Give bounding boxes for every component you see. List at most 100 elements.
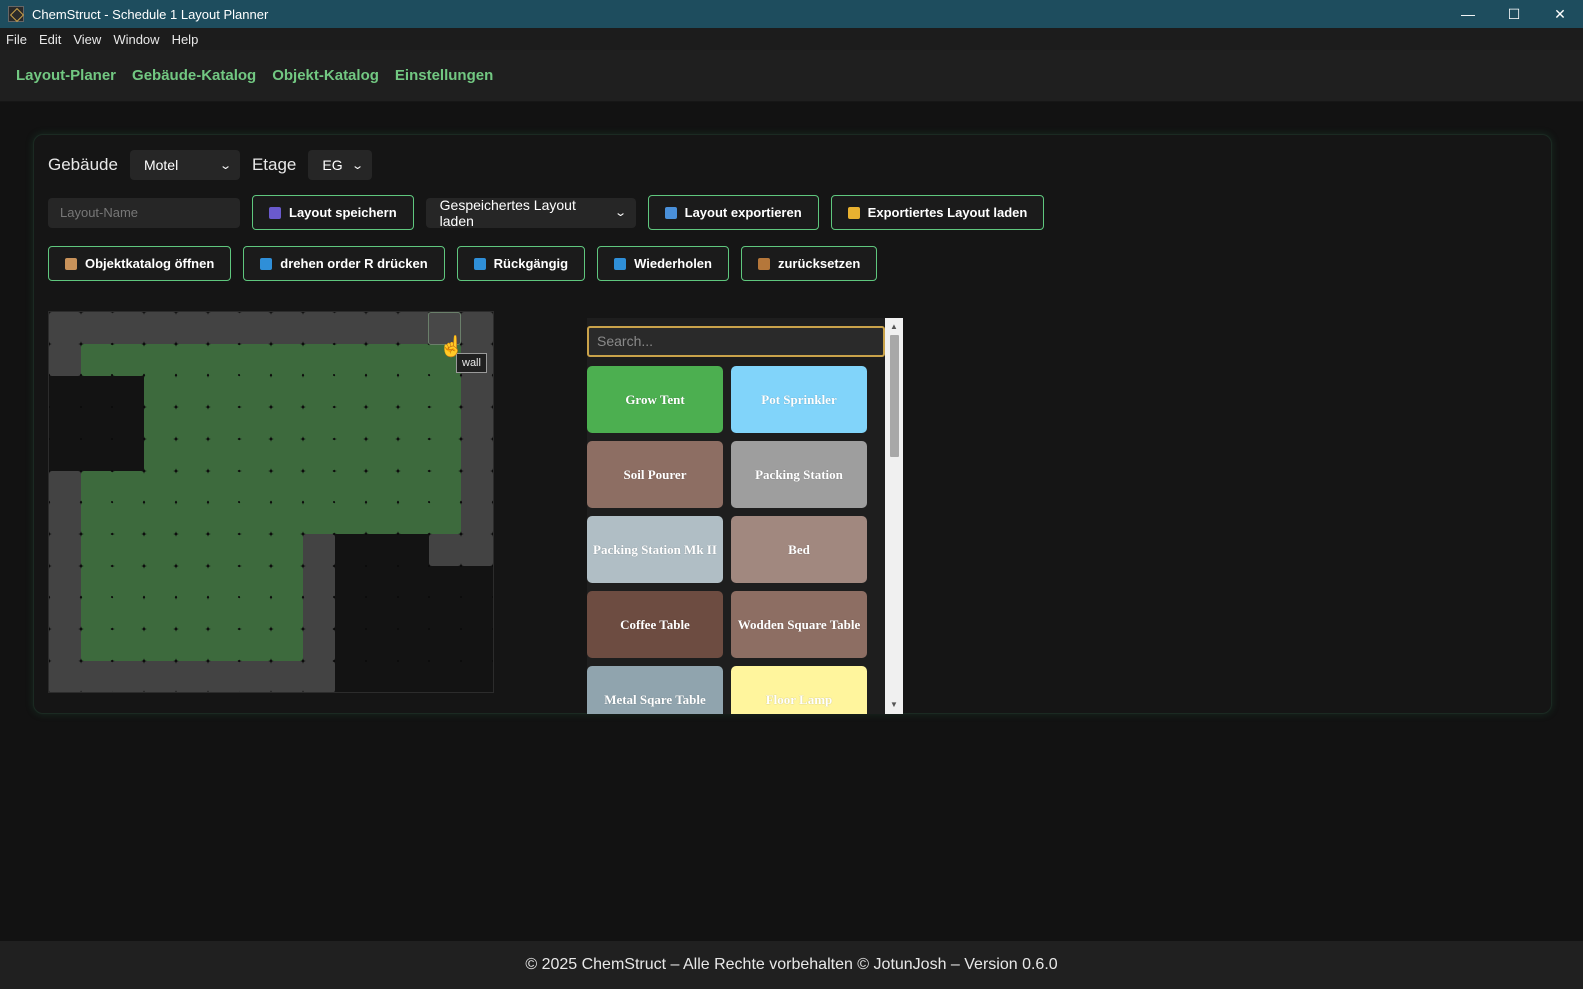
floor-cell[interactable]: [80, 597, 113, 630]
menu-edit[interactable]: Edit: [39, 32, 61, 47]
floor-cell[interactable]: [112, 533, 145, 566]
floor-cell[interactable]: [270, 407, 303, 440]
floor-cell[interactable]: [270, 343, 303, 376]
floor-cell[interactable]: [112, 597, 145, 630]
scroll-up-icon[interactable]: ▲: [885, 320, 903, 334]
floor-cell[interactable]: [302, 407, 335, 440]
floor-cell[interactable]: [302, 470, 335, 503]
scroll-down-icon[interactable]: ▼: [885, 698, 903, 712]
wall-cell[interactable]: [80, 660, 113, 692]
menu-file[interactable]: File: [6, 32, 27, 47]
export-layout-button[interactable]: Layout exportieren: [647, 195, 819, 230]
floor-cell[interactable]: [144, 470, 177, 503]
floor-cell[interactable]: [80, 565, 113, 598]
minimize-button[interactable]: —: [1445, 0, 1491, 28]
floor-cell[interactable]: [207, 407, 240, 440]
catalog-item[interactable]: Metal Sqare Table: [587, 666, 723, 714]
wall-cell[interactable]: [239, 312, 272, 344]
wall-cell[interactable]: [80, 312, 113, 344]
catalog-item[interactable]: Bed: [731, 516, 867, 583]
nav-layout-planer[interactable]: Layout-Planer: [16, 67, 116, 84]
floor-cell[interactable]: [270, 533, 303, 566]
wall-cell[interactable]: [270, 660, 303, 692]
floor-cell[interactable]: [397, 343, 430, 376]
floor-cell[interactable]: [397, 407, 430, 440]
wall-cell[interactable]: [302, 312, 335, 344]
wall-cell[interactable]: [461, 438, 493, 471]
floor-cell[interactable]: [366, 343, 398, 376]
wall-cell[interactable]: [112, 660, 145, 692]
floor-cell[interactable]: [239, 533, 272, 566]
catalog-item[interactable]: Soil Pourer: [587, 441, 723, 508]
floor-cell[interactable]: [80, 533, 113, 566]
scrollbar-thumb[interactable]: [890, 335, 899, 457]
wall-cell[interactable]: [112, 312, 145, 344]
wall-cell[interactable]: [302, 565, 335, 598]
floor-cell[interactable]: [429, 407, 462, 440]
floor-cell[interactable]: [80, 629, 113, 661]
floor-cell[interactable]: [429, 438, 462, 471]
wall-cell[interactable]: [461, 375, 493, 408]
floor-cell[interactable]: [144, 533, 177, 566]
menu-help[interactable]: Help: [172, 32, 199, 47]
floor-cell[interactable]: [366, 407, 398, 440]
floor-cell[interactable]: [144, 407, 177, 440]
floor-cell[interactable]: [334, 438, 367, 471]
wall-cell[interactable]: [270, 312, 303, 344]
wall-cell[interactable]: [49, 343, 81, 376]
floor-cell[interactable]: [112, 343, 145, 376]
wall-cell[interactable]: [397, 312, 430, 344]
wall-cell[interactable]: [144, 312, 177, 344]
floor-cell[interactable]: [207, 343, 240, 376]
floor-cell[interactable]: [270, 629, 303, 661]
floor-cell[interactable]: [175, 533, 208, 566]
floor-cell[interactable]: [429, 502, 462, 535]
floor-cell[interactable]: [239, 343, 272, 376]
floor-cell[interactable]: [144, 502, 177, 535]
catalog-item[interactable]: Coffee Table: [587, 591, 723, 658]
floor-cell[interactable]: [429, 375, 462, 408]
floor-cell[interactable]: [239, 438, 272, 471]
floor-cell[interactable]: [334, 375, 367, 408]
rotate-button[interactable]: drehen order R drücken: [243, 246, 445, 281]
floor-cell[interactable]: [207, 375, 240, 408]
floor-cell[interactable]: [80, 470, 113, 503]
layout-name-input[interactable]: Layout-Name: [48, 197, 240, 228]
floor-cell[interactable]: [334, 502, 367, 535]
wall-cell[interactable]: [302, 597, 335, 630]
undo-button[interactable]: Rückgängig: [456, 246, 586, 281]
floor-cell[interactable]: [239, 502, 272, 535]
wall-cell[interactable]: [49, 312, 81, 344]
building-select[interactable]: Motel ⌄: [129, 150, 240, 180]
floor-cell[interactable]: [239, 375, 272, 408]
wall-cell[interactable]: [461, 312, 493, 344]
floor-cell[interactable]: [112, 502, 145, 535]
wall-cell[interactable]: [461, 470, 493, 503]
wall-cell[interactable]: [239, 660, 272, 692]
floor-cell[interactable]: [175, 470, 208, 503]
floor-cell[interactable]: [270, 597, 303, 630]
wall-cell[interactable]: [49, 565, 81, 598]
floor-cell[interactable]: [270, 565, 303, 598]
nav-einstellungen[interactable]: Einstellungen: [395, 67, 493, 84]
floor-cell[interactable]: [144, 438, 177, 471]
wall-cell[interactable]: [49, 502, 81, 535]
floor-cell[interactable]: [302, 375, 335, 408]
floor-cell[interactable]: [239, 629, 272, 661]
floor-cell[interactable]: [144, 597, 177, 630]
floor-select[interactable]: EG ⌄: [308, 150, 373, 180]
floor-cell[interactable]: [239, 407, 272, 440]
catalog-item[interactable]: Pot Sprinkler: [731, 366, 867, 433]
floor-cell[interactable]: [175, 597, 208, 630]
floor-cell[interactable]: [366, 375, 398, 408]
floor-cell[interactable]: [429, 470, 462, 503]
reset-button[interactable]: zurücksetzen: [740, 246, 878, 281]
floor-cell[interactable]: [397, 470, 430, 503]
wall-cell[interactable]: [334, 312, 367, 344]
floor-cell[interactable]: [239, 597, 272, 630]
wall-cell[interactable]: [429, 533, 462, 566]
floor-cell[interactable]: [175, 565, 208, 598]
catalog-search-input[interactable]: Search...: [587, 326, 885, 357]
wall-cell[interactable]: [461, 533, 493, 566]
menu-view[interactable]: View: [73, 32, 101, 47]
